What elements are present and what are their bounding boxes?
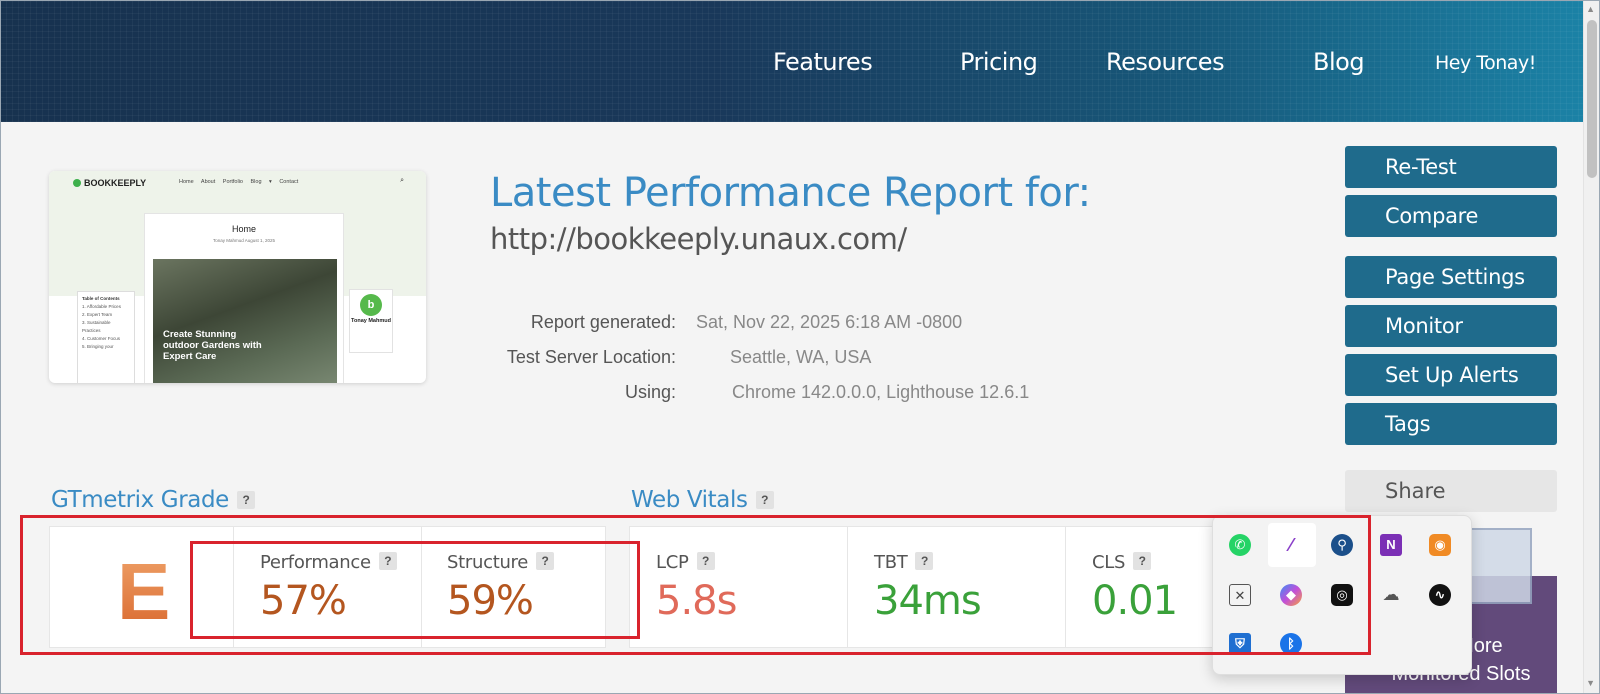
performance-value: 57%: [260, 578, 347, 624]
tbt-label-text: TBT: [874, 552, 908, 573]
compare-button[interactable]: Compare: [1345, 195, 1557, 237]
web-vitals-title: Web Vitals: [631, 487, 748, 513]
scroll-down-arrow-icon[interactable]: ▼: [1586, 678, 1595, 688]
pen-icon[interactable]: ⁄: [1280, 534, 1302, 556]
pulse-icon[interactable]: ∿: [1429, 584, 1451, 606]
performance-help-icon[interactable]: ?: [378, 552, 397, 570]
thumbnail-search-icon: ⌕: [400, 177, 404, 184]
gtmetrix-grade-heading: GTmetrix Grade?: [51, 487, 255, 513]
author-avatar: b: [360, 294, 382, 316]
nav-pricing[interactable]: Pricing: [960, 48, 1038, 76]
lcp-label: LCP?: [656, 552, 715, 573]
onenote-icon[interactable]: N: [1380, 534, 1402, 556]
structure-value: 59%: [447, 578, 534, 624]
thumbnail-card-title: Home: [231, 224, 256, 234]
copilot-icon[interactable]: ◆: [1280, 584, 1302, 606]
gtmetrix-grade-title: GTmetrix Grade: [51, 487, 229, 513]
web-vitals-heading: Web Vitals?: [631, 487, 774, 513]
thumbnail-card-meta: Tonay Mahmud August 1, 2025: [212, 238, 276, 243]
lcp-value: 5.8s: [656, 578, 737, 624]
tags-button[interactable]: Tags: [1345, 403, 1557, 445]
vitals-help-icon[interactable]: ?: [755, 491, 774, 509]
share-button[interactable]: Share: [1345, 470, 1557, 512]
thumbnail-toc-item: 4. Customer Focus: [82, 336, 121, 341]
thumbnail-hero-text: Create Stunning outdoor Gardens with Exp…: [163, 329, 262, 362]
using-value: Chrome 142.0.0.0, Lighthouse 12.6.1: [732, 382, 1030, 402]
lcp-label-text: LCP: [656, 552, 689, 573]
thumbnail-toc-item: 3. Sustainable Practices: [82, 320, 111, 333]
cls-value: 0.01: [1092, 578, 1178, 624]
thumbnail-author-name: Tonay Mahmud: [351, 318, 391, 324]
server-location-label: Test Server Location:: [506, 347, 676, 367]
scroll-up-arrow-icon[interactable]: ▲: [1586, 4, 1595, 14]
thumbnail-content-card: Home Tonay Mahmud August 1, 2025 Create …: [144, 213, 344, 383]
thumbnail-nav: Home About Portfolio Blog ▾ Contact: [179, 179, 299, 185]
nav-features[interactable]: Features: [773, 48, 873, 76]
thumbnail-logo: BOOKKEEPLY: [73, 178, 146, 188]
structure-label: Structure?: [447, 552, 555, 573]
thumbnail-toc-item: 2. Expert Team: [82, 312, 113, 317]
scroll-thumb[interactable]: [1587, 20, 1597, 178]
server-location-value: Seattle, WA, USA: [730, 347, 872, 367]
blocked-chat-icon[interactable]: ✕: [1229, 584, 1251, 606]
report-url[interactable]: http://bookkeeply.unaux.com/: [490, 222, 907, 256]
grade-divider: [421, 526, 422, 648]
page-screenshot-thumbnail[interactable]: BOOKKEEPLY Home About Portfolio Blog ▾ C…: [49, 171, 426, 383]
user-greeting[interactable]: Hey Tonay!: [1435, 52, 1536, 74]
grade-help-icon[interactable]: ?: [236, 491, 255, 509]
vitals-divider: [847, 526, 848, 648]
orange-app-icon[interactable]: ◉: [1429, 534, 1451, 556]
thumbnail-author-card: b Tonay Mahmud: [349, 289, 393, 353]
monitor-button[interactable]: Monitor: [1345, 305, 1557, 347]
report-title: Latest Performance Report for:: [490, 170, 1091, 216]
nav-resources[interactable]: Resources: [1106, 48, 1225, 76]
thumbnail-toc: Table of Contents 1. Affordable Prices 2…: [77, 291, 135, 383]
nav-blog[interactable]: Blog: [1313, 48, 1365, 76]
structure-help-icon[interactable]: ?: [536, 552, 555, 570]
cls-help-icon[interactable]: ?: [1133, 552, 1152, 570]
lcp-help-icon[interactable]: ?: [696, 552, 715, 570]
page-settings-button[interactable]: Page Settings: [1345, 256, 1557, 298]
dark-app-icon[interactable]: ◎: [1331, 584, 1353, 606]
report-generated-value: Sat, Nov 22, 2025 6:18 AM -0800: [696, 312, 963, 332]
retest-button[interactable]: Re-Test: [1345, 146, 1557, 188]
cls-label: CLS?: [1092, 552, 1152, 573]
thumbnail-toc-item: 1. Affordable Prices: [82, 304, 121, 309]
report-generated-label: Report generated:: [530, 312, 676, 332]
tbt-help-icon[interactable]: ?: [915, 552, 934, 570]
whatsapp-icon[interactable]: ✆: [1229, 534, 1251, 556]
performance-label-text: Performance: [260, 552, 371, 573]
tbt-value: 34ms: [874, 578, 982, 624]
thumbnail-toc-title: Table of Contents: [82, 296, 120, 301]
cloud-icon[interactable]: ☁: [1380, 584, 1402, 606]
using-label: Using:: [624, 382, 676, 402]
page-scrollbar[interactable]: ▲ ▼: [1583, 0, 1600, 694]
grade-divider: [233, 526, 234, 648]
vitals-divider: [1065, 526, 1066, 648]
cls-label-text: CLS: [1092, 552, 1126, 573]
tbt-label: TBT?: [874, 552, 934, 573]
performance-label: Performance?: [260, 552, 397, 573]
structure-label-text: Structure: [447, 552, 529, 573]
grade-letter: E: [117, 547, 171, 636]
bluetooth-icon[interactable]: ᛒ: [1280, 633, 1302, 655]
link-icon[interactable]: ⚲: [1331, 534, 1353, 556]
defender-icon[interactable]: ⛨: [1229, 633, 1251, 655]
thumbnail-hero-image: Create Stunning outdoor Gardens with Exp…: [153, 259, 337, 383]
thumbnail-toc-item: 5. Bringing your: [82, 344, 114, 349]
set-up-alerts-button[interactable]: Set Up Alerts: [1345, 354, 1557, 396]
